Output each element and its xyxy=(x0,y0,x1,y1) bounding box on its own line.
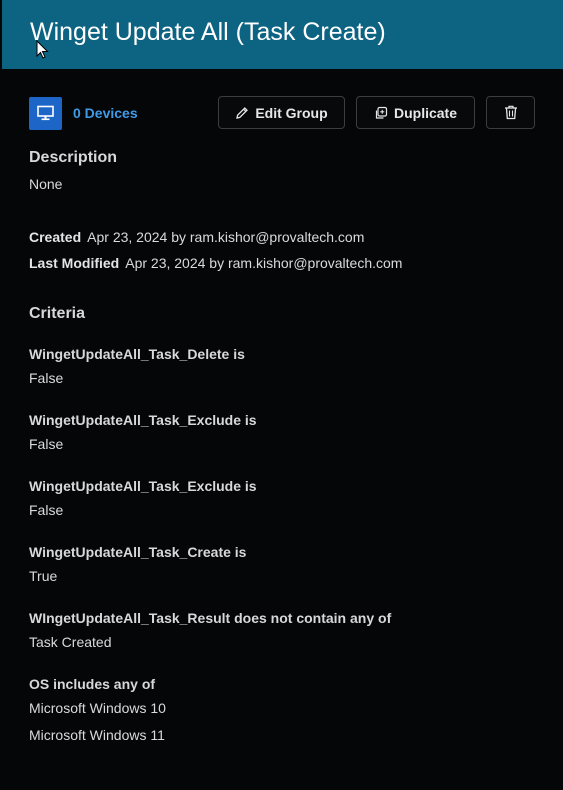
page-title: Winget Update All (Task Create) xyxy=(30,18,386,46)
trash-icon xyxy=(504,105,517,120)
criterion-label: WingetUpdateAll_Task_Exclude is xyxy=(29,412,257,428)
devices-link[interactable]: 0 Devices xyxy=(73,105,138,121)
mouse-cursor-icon xyxy=(36,40,49,59)
created-label: Created xyxy=(29,229,82,245)
last-modified-value: Apr 23, 2024 by ram.kishor@provaltech.co… xyxy=(125,255,403,271)
criterion-label: WingetUpdateAll_Task_Delete is xyxy=(29,346,245,362)
monitor-icon xyxy=(37,105,54,121)
criterion-value: Microsoft Windows 11 xyxy=(29,727,165,743)
duplicate-label: Duplicate xyxy=(393,104,457,121)
criterion-label: OS includes any of xyxy=(29,676,156,692)
description-heading: Description xyxy=(29,149,118,166)
criterion-label: WIngetUpdateAll_Task_Result does not con… xyxy=(29,610,392,626)
criterion-value: Microsoft Windows 10 xyxy=(29,700,166,716)
description-value: None xyxy=(29,176,63,192)
delete-button[interactable] xyxy=(486,96,535,129)
created-row: Created Apr 23, 2024 by ram.kishor@proval… xyxy=(29,229,364,245)
criterion-value: False xyxy=(29,436,64,452)
duplicate-button[interactable]: Duplicate xyxy=(356,96,475,129)
criterion-value: True xyxy=(29,568,58,584)
pencil-icon xyxy=(236,106,249,119)
criterion-value: False xyxy=(29,370,64,386)
criterion-value: False xyxy=(29,502,64,518)
criteria-heading: Criteria xyxy=(29,305,86,322)
created-value: Apr 23, 2024 by ram.kishor@provaltech.co… xyxy=(87,229,365,245)
criterion-label: WingetUpdateAll_Task_Exclude is xyxy=(29,478,257,494)
devices-icon-button[interactable] xyxy=(29,97,62,130)
criterion-label: WingetUpdateAll_Task_Create is xyxy=(29,544,247,560)
criterion-value: Task Created xyxy=(29,634,112,650)
edit-group-label: Edit Group xyxy=(255,104,328,121)
duplicate-icon xyxy=(375,106,388,119)
last-modified-label: Last Modified xyxy=(29,255,120,271)
last-modified-row: Last Modified Apr 23, 2024 by ram.kishor@… xyxy=(29,255,402,271)
page-header: Winget Update All (Task Create) xyxy=(2,0,563,69)
edit-group-button[interactable]: Edit Group xyxy=(218,96,345,129)
